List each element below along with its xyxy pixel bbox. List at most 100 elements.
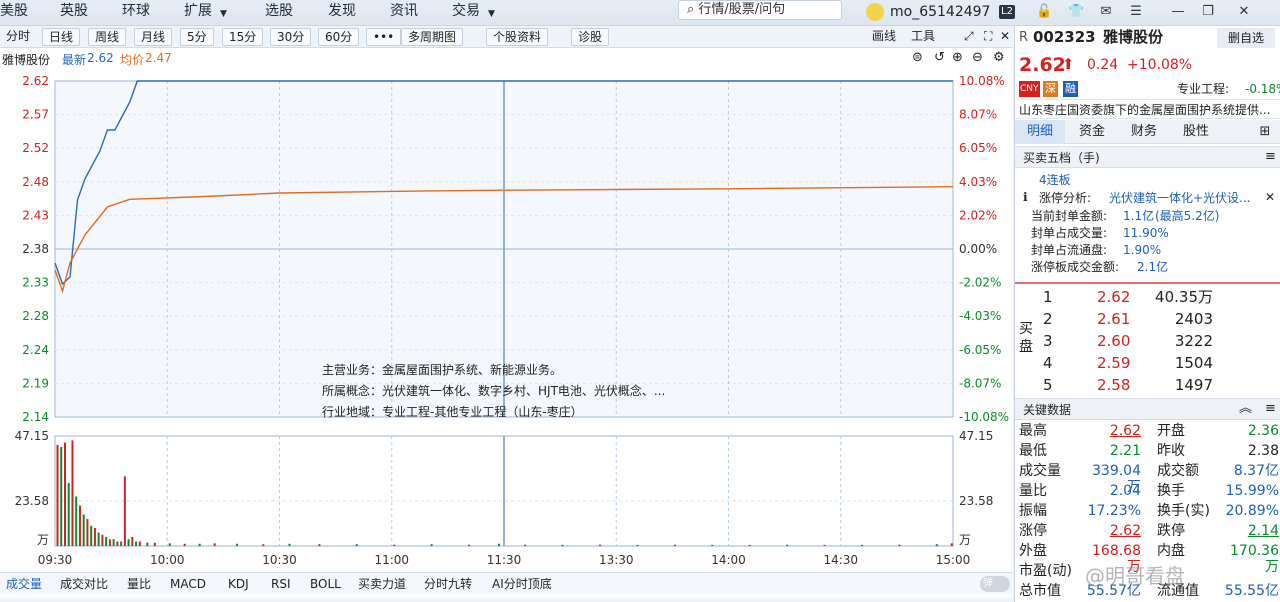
chevron-down-icon[interactable]: ▼ [220,5,227,27]
undo-icon[interactable]: ↺ [934,50,945,65]
nav-trade[interactable]: 交易 [452,2,480,24]
bid-price[interactable]: 2.62 [1097,288,1130,306]
volume-bar [748,544,751,546]
bid-price[interactable]: 2.59 [1097,354,1130,372]
draw-button[interactable]: 画线 [866,28,902,46]
tab-5min[interactable]: 5分 [180,28,214,46]
margin-badge: 融 [1063,81,1078,97]
tab-weekly[interactable]: 周线 [88,28,127,46]
shirt-icon[interactable]: 👕 [1068,4,1084,20]
toggle-switch[interactable]: 弹 [980,576,1010,592]
bid-volume[interactable]: 1497 [1145,376,1213,394]
bid-level-index[interactable]: 4 [1043,354,1053,372]
bid-price[interactable]: 2.60 [1097,332,1130,350]
bid-volume[interactable]: 40.35万 [1145,288,1213,306]
zoom-out-icon[interactable]: ⊖ [972,50,983,65]
diagnose-button[interactable]: 诊股 [571,28,610,46]
zt-analysis-value[interactable]: 光伏建筑一体化+光伏设... [1109,190,1251,206]
bid-level-index[interactable]: 3 [1043,332,1053,350]
key-data-label: 涨停 [1019,523,1047,539]
nav-us-stocks[interactable]: 美股 [0,2,28,24]
bid-level-index[interactable]: 5 [1043,376,1053,394]
minimize-icon[interactable]: — [1170,4,1186,20]
key-data-label: 换手 [1157,483,1185,499]
mail-icon[interactable]: ✉ [1098,4,1114,20]
tab-daily[interactable]: 日线 [42,28,81,46]
tools-button[interactable]: 工具 [905,28,941,46]
nav-news[interactable]: 资讯 [390,2,418,24]
tab-15min[interactable]: 15分 [222,28,264,46]
company-desc[interactable]: 山东枣庄国资委旗下的金属屋面围护系统提供... [1015,99,1280,119]
tab-ai-top-bottom[interactable]: AI分时顶底 [492,576,552,592]
bid-volume[interactable]: 2403 [1145,310,1213,328]
remove-watchlist-button[interactable]: 删自选 [1217,28,1275,48]
tab-intraday[interactable]: 分时 [0,28,36,46]
key-data-value: 2.62 [1109,423,1141,439]
key-data-label: 市盈(动) [1019,563,1072,579]
y-tick-label: 2.52 [22,141,49,155]
expand-icon[interactable]: ⤢ [958,28,980,46]
avatar[interactable] [866,3,884,21]
industry-label[interactable]: 专业工程: [1177,81,1229,97]
nav-uk-stocks[interactable]: 英股 [60,2,88,24]
tab-monthly[interactable]: 月线 [134,28,173,46]
y-tick-label: 2.38 [22,242,49,256]
compare-icon[interactable]: ⊜ [912,50,923,65]
nav-extend[interactable]: 扩展 [184,2,212,24]
bid-book: 买盘 1 2.62 40.35万 2 2.61 2403 3 2.60 3222 4 2.59 150… [1015,282,1280,394]
unlock-icon[interactable]: 🔓 [1036,4,1052,20]
bid-price[interactable]: 2.61 [1097,310,1130,328]
collapse-icon[interactable]: ︽ [1239,401,1252,417]
intraday-chart[interactable]: 2.62 10.08% 2.57 8.07% 2.52 6.05% 2.48 4.03% 2.4… [0,68,1013,598]
multi-period-button[interactable]: 多周期图 [401,28,464,46]
nav-stock-picker[interactable]: 选股 [265,2,293,24]
tab-stock-nature[interactable]: 股性 [1171,120,1221,144]
close-icon[interactable]: ✕ [1265,189,1275,205]
zoom-in-icon[interactable]: ⊕ [952,50,963,65]
tab-boll[interactable]: BOLL [310,576,341,592]
nav-discover[interactable]: 发现 [328,2,356,24]
close-icon[interactable]: ✕ [994,28,1016,46]
order-book-header: 买卖五档（手) ≡ [1015,146,1280,168]
tab-finance[interactable]: 财务 [1119,120,1169,144]
key-data-value: 2.04 [1109,483,1141,499]
settings-icon[interactable]: ⚙ [993,50,1005,65]
tab-buysell-force[interactable]: 买卖力道 [358,576,406,592]
volume-tick-label: 万 [959,533,971,547]
tab-volume[interactable]: 成交量 [6,576,42,592]
chart-info-bar: 雅博股份 最新 2.62 均价 2.47 ⊜ ↺ ⊕ ⊖ ⚙ [0,48,1013,68]
bid-level-index[interactable]: 1 [1043,288,1053,306]
chevron-down-icon[interactable]: ▼ [488,5,495,27]
tab-rsi[interactable]: RSI [271,576,291,592]
nav-global[interactable]: 环球 [122,2,150,24]
price-change: 0.24 [1087,57,1119,73]
tab-kdj[interactable]: KDJ [228,576,249,592]
username[interactable]: mo_65142497 [890,3,990,21]
restore-icon[interactable]: ❐ [1200,4,1216,20]
tab-detail[interactable]: 明细 [1015,120,1065,144]
tab-macd[interactable]: MACD [170,576,206,592]
bid-volume[interactable]: 3222 [1145,332,1213,350]
menu-icon[interactable]: ≡ [1265,401,1276,417]
tab-funds[interactable]: 资金 [1067,120,1117,144]
bid-price[interactable]: 2.58 [1097,376,1130,394]
y-tick-label: 2.14 [22,410,49,424]
limit-up-analysis: 4连板 ℹ 涨停分析: 光伏建筑一体化+光伏设... ✕ 当前封单金额: 1.1… [1015,170,1280,282]
stock-profile-button[interactable]: 个股资料 [486,28,549,46]
tab-volume-compare[interactable]: 成交对比 [60,576,108,592]
bid-level-index[interactable]: 2 [1043,310,1053,328]
more-button[interactable]: ••• [366,28,402,46]
tab-intraday-nine[interactable]: 分时九转 [424,576,472,592]
menu-icon[interactable]: ≡ [1265,149,1276,165]
key-data-value: 55.55亿 [1224,583,1279,599]
key-data-label: 最低 [1019,443,1047,459]
menu-icon[interactable]: ☰ [1128,4,1144,20]
bid-volume[interactable]: 1504 [1145,354,1213,372]
tab-60min[interactable]: 60分 [318,28,360,46]
search-input[interactable]: ⌕ 行情/股票/问句 [678,0,842,20]
more-tabs-icon[interactable]: ⊞ [1251,120,1279,144]
chart-canvas[interactable]: 2.62 10.08% 2.57 8.07% 2.52 6.05% 2.48 4.03% 2.4… [0,68,1013,572]
tab-30min[interactable]: 30分 [270,28,312,46]
tab-volume-ratio[interactable]: 量比 [127,576,151,592]
close-icon[interactable]: ✕ [1236,4,1252,20]
